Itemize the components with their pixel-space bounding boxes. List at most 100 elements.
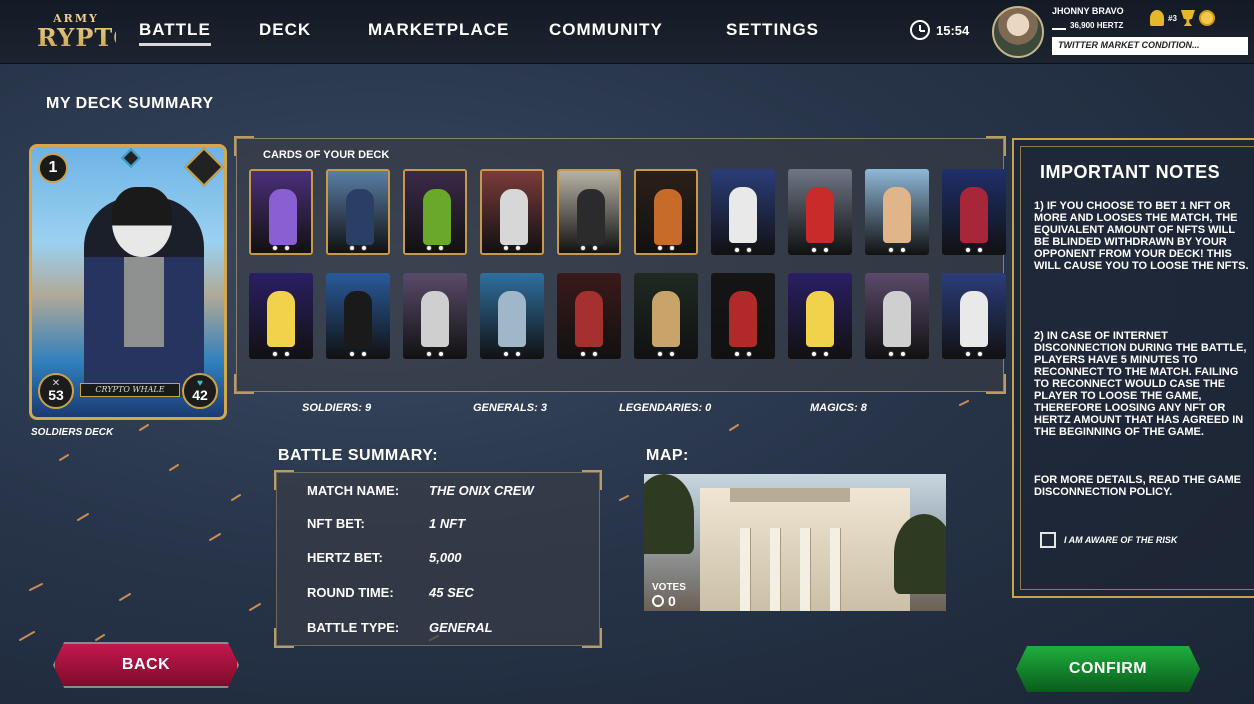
clock-icon: [910, 20, 930, 40]
card-stat-dots: [426, 351, 444, 357]
column: [800, 528, 810, 611]
ornament-corner: [582, 470, 602, 490]
palm-tree-art: [894, 514, 946, 594]
king-card[interactable]: [480, 169, 544, 255]
risk-checkbox[interactable]: [1040, 532, 1056, 548]
deck-cards-panel: CARDS OF YOUR DECK: [234, 136, 1006, 394]
back-button[interactable]: BACK: [53, 642, 239, 688]
trophy-icon[interactable]: [1180, 10, 1195, 26]
sorcerer-card[interactable]: [557, 273, 621, 359]
card-stat-dots: [657, 245, 675, 251]
stat-dot: [592, 245, 598, 251]
group-card[interactable]: [557, 169, 621, 255]
card-figure: [960, 187, 988, 243]
card-figure: [577, 189, 605, 245]
stat-dot: [669, 351, 675, 357]
card-stat-dots: [503, 245, 521, 251]
stat-dot: [284, 351, 290, 357]
lama-card[interactable]: [942, 169, 1006, 255]
stat-dot: [734, 247, 740, 253]
card-figure: [498, 291, 526, 347]
ornament-corner: [986, 136, 1006, 156]
defense-value: 42: [192, 387, 208, 403]
nav-deck[interactable]: DECK: [259, 20, 311, 40]
card-figure: [575, 291, 603, 347]
nav-marketplace[interactable]: MARKETPLACE: [368, 20, 509, 40]
fighter-card[interactable]: [865, 169, 929, 255]
warrior-card[interactable]: [634, 273, 698, 359]
notes-title: IMPORTANT NOTES: [1040, 162, 1221, 182]
nav-community[interactable]: COMMUNITY: [549, 20, 663, 40]
column: [770, 528, 780, 611]
scientist-card[interactable]: [942, 273, 1006, 359]
stat-dot: [977, 351, 983, 357]
summary-value: 5,000: [429, 550, 462, 565]
generals-count: GENERALS: 3: [473, 402, 547, 414]
stat-dot: [965, 247, 971, 253]
shark-card[interactable]: [480, 273, 544, 359]
leader-level-badge: 1: [38, 153, 68, 183]
summary-label: NFT BET:: [307, 516, 365, 531]
deck-type-label: SOLDIERS DECK: [31, 427, 114, 438]
stat-dot: [361, 245, 367, 251]
column: [740, 528, 750, 611]
nav-settings[interactable]: SETTINGS: [726, 20, 819, 40]
avatar[interactable]: [992, 6, 1044, 58]
stat-dot: [977, 247, 983, 253]
card-figure: [423, 189, 451, 245]
coin-icon[interactable]: [1198, 10, 1215, 26]
note-policy-link[interactable]: FOR MORE DETAILS, READ THE GAME DISCONNE…: [1034, 474, 1250, 498]
saber-card[interactable]: [711, 273, 775, 359]
suit-man-card[interactable]: [326, 169, 390, 255]
card-figure: [421, 291, 449, 347]
map-title: MAP:: [646, 447, 689, 464]
confirm-button[interactable]: CONFIRM: [1016, 646, 1200, 692]
votes-label: VOTES: [652, 582, 686, 593]
summary-row-battle-type: BATTLE TYPE: GENERAL: [307, 620, 493, 635]
boxer-card[interactable]: [403, 273, 467, 359]
leader-card[interactable]: 1 ✕ 53 CRYPTO WHALE ♥ 42: [29, 144, 227, 420]
nav-battle[interactable]: BATTLE: [139, 20, 211, 46]
boxer-card[interactable]: [865, 273, 929, 359]
ornament-corner: [234, 136, 254, 156]
scientist-card[interactable]: [711, 169, 775, 255]
top-navigation-bar: ARMY CRYPTO BATTLE DECK MARKETPLACE COMM…: [0, 0, 1254, 64]
card-stat-dots: [426, 245, 444, 251]
corner-badge-icon: [184, 147, 224, 187]
wizard-card[interactable]: [249, 169, 313, 255]
card-stat-dots: [965, 351, 983, 357]
card-stat-dots: [580, 351, 598, 357]
attack-stat: ✕ 53: [38, 373, 74, 409]
card-figure: [729, 291, 757, 347]
swords-icon: ✕: [51, 378, 61, 389]
market-ticker[interactable]: TWITTER MARKET CONDITION...: [1052, 37, 1248, 55]
stat-dot: [426, 245, 432, 251]
card-stat-dots: [349, 351, 367, 357]
summary-label: BATTLE TYPE:: [307, 620, 400, 635]
note-disconnection: 2) IN CASE OF INTERNET DISCONNECTION DUR…: [1034, 330, 1247, 438]
worker-card[interactable]: [249, 273, 313, 359]
stat-dot: [272, 245, 278, 251]
worker-card[interactable]: [788, 273, 852, 359]
soldiers-count: SOLDIERS: 9: [302, 402, 372, 414]
card-stat-dots: [888, 247, 906, 253]
stat-dot: [823, 247, 829, 253]
hertz-amount: 36,900 HERTZ: [1070, 21, 1124, 30]
map-preview[interactable]: VOTES 0: [644, 474, 946, 611]
card-stat-dots: [349, 245, 367, 251]
risk-acknowledge[interactable]: I AM AWARE OF THE RISK: [1040, 532, 1177, 548]
card-figure: [960, 291, 988, 347]
stat-dot: [811, 247, 817, 253]
rank-badges: #3: [1150, 10, 1215, 26]
joker-card[interactable]: [403, 169, 467, 255]
stat-dot: [888, 247, 894, 253]
monk-card[interactable]: [634, 169, 698, 255]
stat-dot: [965, 351, 971, 357]
singer-card[interactable]: [326, 273, 390, 359]
player-profile[interactable]: JHONNY BRAVO 36,900 HERTZ #3 TWITTER MAR…: [992, 4, 1254, 60]
army-crypto-logo[interactable]: ARMY CRYPTO: [36, 10, 116, 54]
runner-card[interactable]: [788, 169, 852, 255]
stat-dot: [349, 245, 355, 251]
stat-dot: [503, 351, 509, 357]
card-stat-dots: [888, 351, 906, 357]
